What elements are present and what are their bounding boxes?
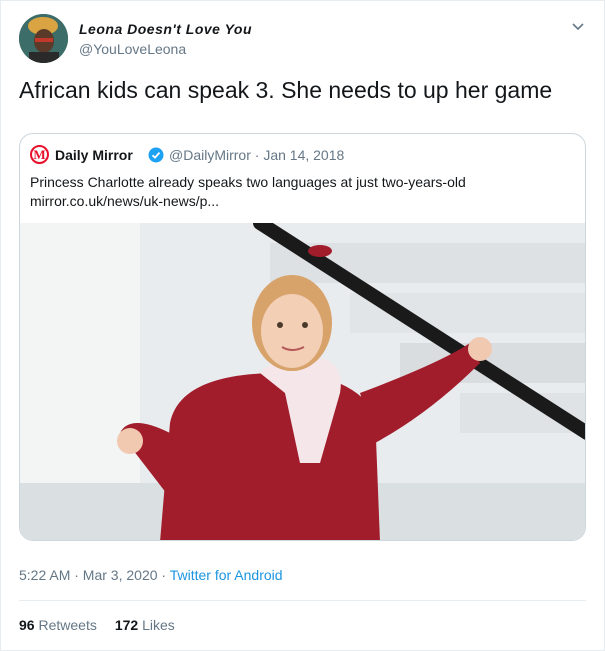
author-name[interactable]: Leona Doesn't Love You: [79, 21, 252, 37]
quoted-photo[interactable]: [20, 223, 586, 541]
tweet-text: African kids can speak 3. She needs to u…: [19, 77, 553, 103]
author-handle[interactable]: @YouLoveLeona: [79, 41, 186, 57]
chevron-down-icon[interactable]: [571, 19, 585, 33]
mirror-logo-icon: M: [30, 145, 49, 164]
tweet-timestamp[interactable]: 5:22 AM · Mar 3, 2020 ·: [19, 567, 170, 583]
tweet-card: Leona Doesn't Love You @YouLoveLeona Afr…: [0, 0, 605, 651]
verified-badge-icon: [148, 147, 164, 163]
quoted-text: Princess Charlotte already speaks two la…: [30, 174, 466, 190]
likes-label: Likes: [142, 617, 175, 633]
likes-count: 172: [114, 617, 139, 633]
quoted-link[interactable]: mirror.co.uk/news/uk-news/p...: [30, 193, 219, 209]
retweets-label: Retweets: [38, 617, 97, 633]
quoted-handle-date: @DailyMirror · Jan 14, 2018: [169, 147, 345, 163]
retweets-stat[interactable]: 96 Retweets: [19, 617, 97, 633]
source-app-link[interactable]: Twitter for Android: [170, 567, 283, 583]
divider: [19, 600, 586, 601]
retweets-count: 96: [19, 617, 35, 633]
tweet-meta: 5:22 AM · Mar 3, 2020 · Twitter for Andr…: [19, 567, 283, 583]
quoted-author-name: Daily Mirror: [55, 147, 133, 163]
quoted-tweet[interactable]: M Daily Mirror @DailyMirror · Jan 14, 20…: [19, 133, 586, 541]
avatar[interactable]: [19, 14, 68, 63]
engagement-stats: 96 Retweets 172 Likes: [19, 617, 175, 633]
likes-stat[interactable]: 172 Likes: [115, 617, 175, 633]
